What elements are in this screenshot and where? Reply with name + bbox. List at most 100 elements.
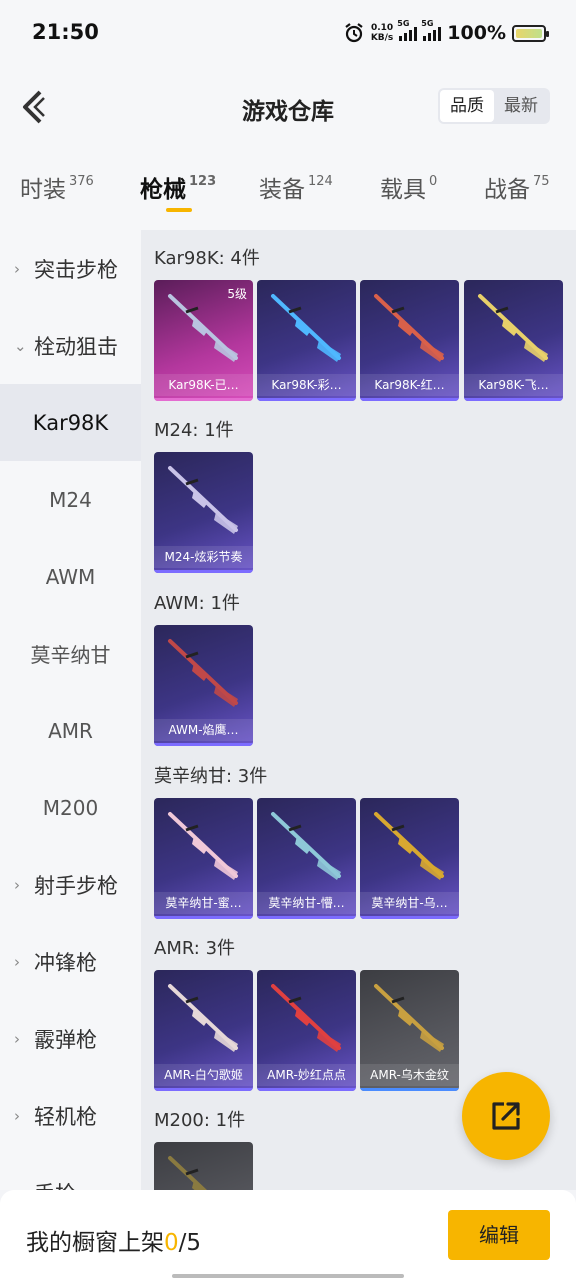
skin-card[interactable]: AMR-妙红点点 <box>257 970 356 1091</box>
sidebar-item-label: 冲锋枪 <box>34 950 97 975</box>
sidebar-item-label: AWM <box>45 564 96 589</box>
section-title: 莫辛纳甘: 3件 <box>154 766 268 787</box>
back-arrow-icon[interactable] <box>18 88 48 126</box>
skin-name: AMR-乌木金纹 <box>360 1064 459 1086</box>
sort-quality-option[interactable]: 品质 <box>440 90 494 122</box>
gun-type-sidebar: › 突击步枪 ⌄ 栓动狙击 Kar98K M24 AWM 莫辛纳甘 AMR M200 › 射手步枪 › 冲… <box>0 230 141 1190</box>
section-title: M200: 1件 <box>154 1110 246 1131</box>
sidebar-item[interactable]: ⌄ 栓动狙击 <box>0 307 141 384</box>
level-badge: 5级 <box>227 287 247 301</box>
skin-card[interactable]: Kar98K-飞… <box>464 280 563 401</box>
skin-card[interactable] <box>154 1142 253 1190</box>
sidebar-item-label: 突击步枪 <box>34 257 118 282</box>
sidebar-item[interactable]: M24 <box>0 461 141 538</box>
section-title: M24: 1件 <box>154 420 234 441</box>
sidebar-item-label: 轻机枪 <box>34 1104 97 1129</box>
network-speed: 0.10 KB/s <box>370 23 394 43</box>
skin-card[interactable]: M24-炫彩节奏 <box>154 452 253 573</box>
sidebar-item-label: 射手步枪 <box>34 873 118 898</box>
sidebar-item-label: 霰弹枪 <box>34 1027 97 1052</box>
rifle-icon <box>168 812 238 880</box>
chevron-right-icon: › <box>14 1106 20 1125</box>
rifle-icon <box>271 984 341 1052</box>
rifle-icon <box>374 984 444 1052</box>
chevron-right-icon: › <box>14 875 20 894</box>
tab-outfits[interactable]: 时装 376 <box>20 170 94 204</box>
showcase-total-count: /5 <box>178 1230 202 1256</box>
sidebar-item[interactable]: › 轻机枪 <box>0 1077 141 1154</box>
skin-name: AWM-焰鹰… <box>154 719 253 741</box>
sidebar-item-label: AMR <box>48 718 93 743</box>
sidebar-item-label: 栓动狙击 <box>34 334 118 359</box>
section-title: AMR: 3件 <box>154 938 236 959</box>
tab-supplies[interactable]: 战备 75 <box>484 170 550 204</box>
sidebar-item-label: M24 <box>49 487 92 512</box>
rifle-icon <box>374 294 444 362</box>
rifle-icon <box>168 466 238 534</box>
skin-name: AMR-妙红点点 <box>257 1064 356 1086</box>
sidebar-item[interactable]: AMR <box>0 692 141 769</box>
skin-card[interactable]: 5级 Kar98K-已… <box>154 280 253 401</box>
skin-card[interactable]: Kar98K-红… <box>360 280 459 401</box>
sidebar-item[interactable]: AWM <box>0 538 141 615</box>
showcase-status: 我的橱窗上架0/5 <box>26 1230 202 1256</box>
skin-name: Kar98K-彩… <box>257 374 356 396</box>
sidebar-item-label: M200 <box>42 795 99 820</box>
skin-card[interactable]: Kar98K-彩… <box>257 280 356 401</box>
sidebar-item[interactable]: › 突击步枪 <box>0 230 141 307</box>
chevron-right-icon: › <box>14 952 20 971</box>
showcase-current-count: 0 <box>164 1230 179 1256</box>
sidebar-item[interactable]: › 霰弹枪 <box>0 1000 141 1077</box>
skin-card[interactable]: 莫辛纳甘-乌… <box>360 798 459 919</box>
battery-icon <box>512 24 549 42</box>
chevron-right-icon: › <box>14 1029 20 1048</box>
home-indicator <box>172 1274 404 1278</box>
sidebar-item[interactable]: ›手枪 <box>0 1154 141 1191</box>
status-icons: 0.10 KB/s 5G 5G 100% <box>343 19 549 44</box>
battery-percent: 100% <box>447 22 506 44</box>
clock: 21:50 <box>32 20 99 44</box>
rifle-icon <box>271 294 341 362</box>
skin-card[interactable]: AMR-乌木金纹 <box>360 970 459 1091</box>
sidebar-item[interactable]: Kar98K <box>0 384 141 461</box>
rifle-icon <box>168 294 238 362</box>
rifle-icon <box>168 984 238 1052</box>
section-title: AWM: 1件 <box>154 593 240 614</box>
tab-equipment[interactable]: 装备 124 <box>259 170 333 204</box>
inventory-grid: Kar98K: 4件 5级 Kar98K-已… Kar98K-彩… Kar98K-红… K… <box>141 230 576 1190</box>
skin-name: AMR-白勺歌姬 <box>154 1064 253 1086</box>
skin-name: 莫辛纳甘-乌… <box>360 892 459 914</box>
chevron-right-icon: › <box>14 259 20 278</box>
skin-card[interactable]: AWM-焰鹰… <box>154 625 253 746</box>
sidebar-item[interactable]: › 射手步枪 <box>0 846 141 923</box>
showcase-bar: 我的橱窗上架0/5 编辑 <box>0 1190 576 1280</box>
category-tabs: 时装 376 枪械 123 装备 124 载具 0 战备 75 <box>0 150 576 230</box>
signal-icon-2: 5G <box>421 19 442 41</box>
sidebar-item[interactable]: › 冲锋枪 <box>0 923 141 1000</box>
signal-icon: 5G <box>397 19 418 41</box>
rifle-icon <box>478 294 548 362</box>
tab-guns[interactable]: 枪械 123 <box>140 170 216 204</box>
skin-name: Kar98K-飞… <box>464 374 563 396</box>
skin-name: Kar98K-红… <box>360 374 459 396</box>
sidebar-item[interactable]: M200 <box>0 769 141 846</box>
tab-vehicles[interactable]: 载具 0 <box>380 170 437 204</box>
skin-name: Kar98K-已… <box>154 374 253 396</box>
chevron-down-icon: ⌄ <box>14 336 27 355</box>
status-bar: 21:50 0.10 KB/s 5G 5G 100% <box>0 0 576 66</box>
edit-button[interactable]: 编辑 <box>448 1210 550 1260</box>
sidebar-item-label: 手枪 <box>34 1178 76 1191</box>
skin-card[interactable]: 莫辛纳甘-懵… <box>257 798 356 919</box>
sidebar-item-label: Kar98K <box>32 410 109 435</box>
skin-card[interactable]: 莫辛纳甘-蜜… <box>154 798 253 919</box>
skin-card[interactable]: AMR-白勺歌姬 <box>154 970 253 1091</box>
sidebar-item[interactable]: 莫辛纳甘 <box>0 615 141 692</box>
sort-newest-option[interactable]: 最新 <box>494 90 548 122</box>
rifle-icon <box>168 1156 207 1190</box>
rifle-icon <box>168 639 238 707</box>
app-header: 游戏仓库 品质 最新 <box>0 66 576 150</box>
share-button[interactable] <box>462 1072 550 1160</box>
section-title: Kar98K: 4件 <box>154 248 260 269</box>
share-icon <box>492 1102 520 1130</box>
skin-name: M24-炫彩节奏 <box>154 546 253 568</box>
